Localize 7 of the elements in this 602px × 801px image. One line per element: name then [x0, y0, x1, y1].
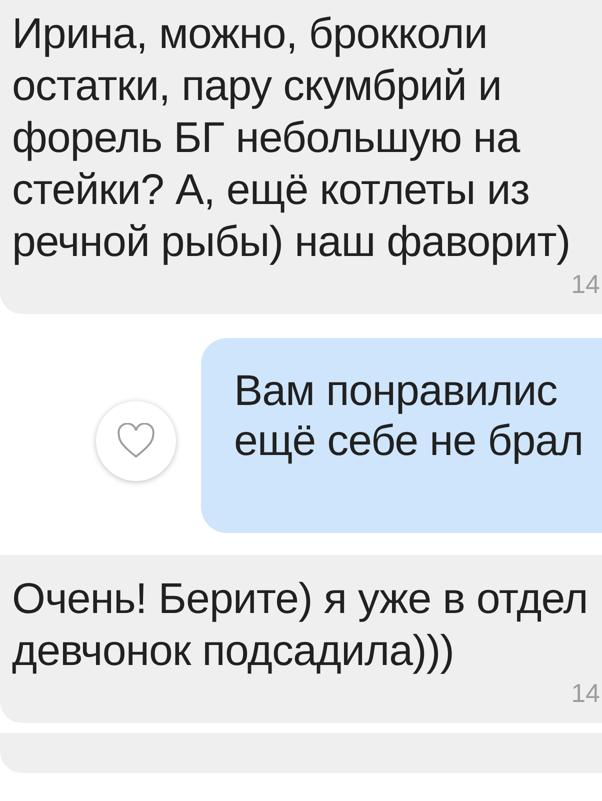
message-text: Ирина, можно, брокколи остатки, пару скумбрий и форель БГ небольшую на стейки? А, ещё котлеты из речной рыбы) наш фаворит)	[12, 9, 572, 268]
message-time: 14	[571, 677, 600, 709]
message-time: 14	[571, 268, 600, 300]
like-button[interactable]	[96, 400, 176, 480]
heart-icon	[116, 422, 156, 458]
message-text: Очень! Берите) я уже в отдел девчонок подсадила)))	[12, 574, 589, 677]
message-text: Вам понравилис ещё себе не брал	[234, 366, 584, 466]
